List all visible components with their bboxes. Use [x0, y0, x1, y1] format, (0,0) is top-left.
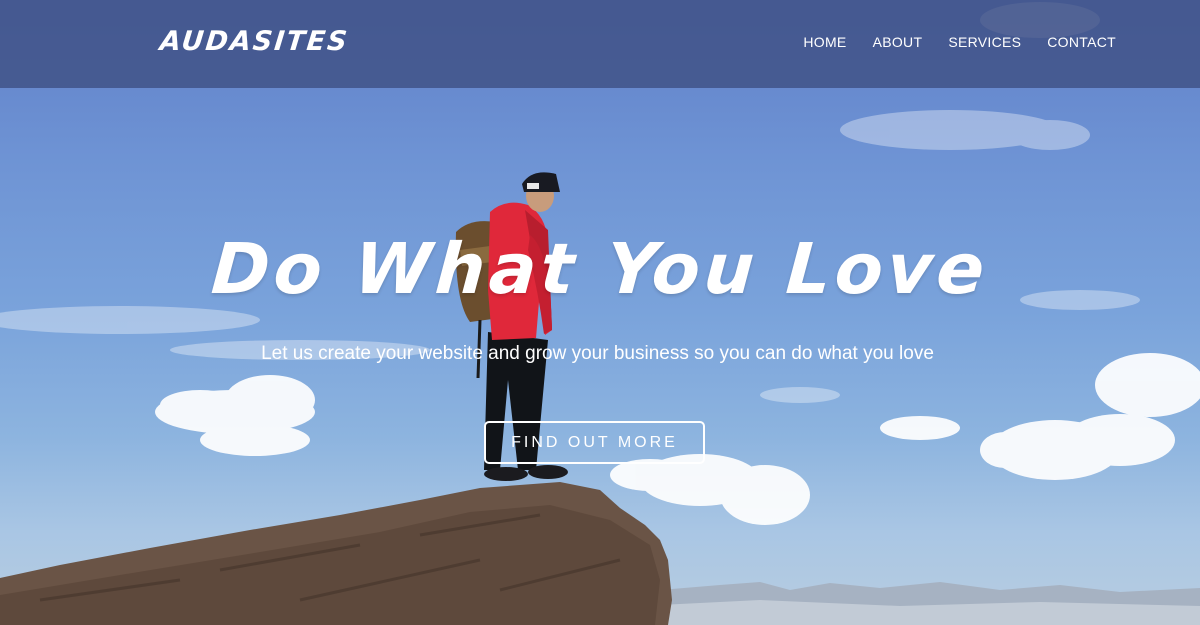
- nav-link-contact[interactable]: CONTACT: [1047, 34, 1116, 50]
- nav-link-about[interactable]: ABOUT: [873, 34, 923, 50]
- hero-section: AUDASITES HOME ABOUT SERVICES CONTACT Do…: [0, 0, 1200, 625]
- nav-link-home[interactable]: HOME: [803, 34, 846, 50]
- top-navbar: AUDASITES HOME ABOUT SERVICES CONTACT: [0, 0, 1200, 88]
- nav-link-services[interactable]: SERVICES: [948, 34, 1021, 50]
- nav-menu: HOME ABOUT SERVICES CONTACT: [803, 34, 1116, 50]
- brand-logo[interactable]: AUDASITES: [158, 26, 350, 57]
- hero-subheadline: Let us create your website and grow your…: [261, 343, 934, 364]
- hero-headline: Do What You Love: [208, 228, 992, 310]
- find-out-more-button[interactable]: FIND OUT MORE: [484, 421, 705, 464]
- hero-background-image: [0, 2, 1200, 625]
